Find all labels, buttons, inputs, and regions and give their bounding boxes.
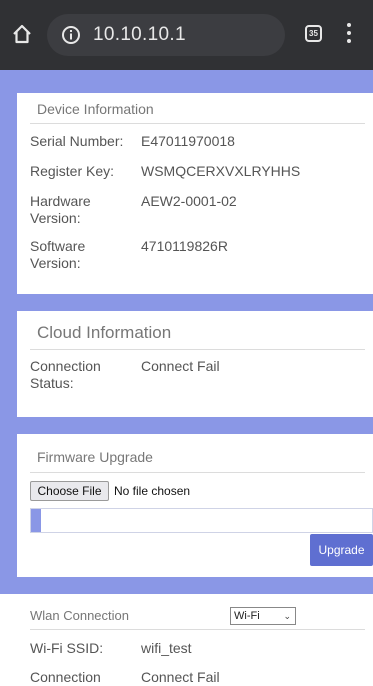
overflow-menu-icon[interactable] <box>346 23 352 45</box>
firmware-upgrade-title: Firmware Upgrade <box>37 449 153 465</box>
url-text: 10.10.10.1 <box>93 24 186 45</box>
wlan-mode-value: Wi-Fi <box>234 610 260 622</box>
section-divider <box>0 577 373 594</box>
address-bar[interactable]: 10.10.10.1 <box>47 14 285 56</box>
divider <box>30 349 365 350</box>
register-key-label: Register Key: <box>30 163 115 179</box>
home-icon[interactable] <box>10 22 34 46</box>
wlan-mode-select[interactable]: Wi-Fi ⌄ <box>230 607 296 625</box>
file-status-text: No file chosen <box>114 484 191 498</box>
section-divider <box>0 70 373 93</box>
software-version-value: 4710119826R <box>141 238 228 254</box>
upgrade-progress-fill <box>31 509 42 532</box>
connection-status-value: Connect Fail <box>141 358 220 374</box>
section-divider <box>0 294 373 311</box>
wlan-connection-value: Connect Fail <box>141 669 220 685</box>
info-icon[interactable] <box>61 25 81 45</box>
divider <box>30 629 365 630</box>
wlan-connection-card: Wlan Connection Wi-Fi ⌄ Wi-Fi SSID: wifi… <box>17 594 373 685</box>
serial-number-label: Serial Number: <box>30 133 124 149</box>
wifi-ssid-label: Wi-Fi SSID: <box>30 640 104 656</box>
choose-file-button[interactable]: Choose File <box>30 481 109 501</box>
software-version-label: Software Version: <box>30 238 86 271</box>
divider <box>30 472 365 473</box>
serial-number-value: E47011970018 <box>141 133 235 149</box>
page-left-margin <box>0 93 17 583</box>
cloud-info-card: Cloud Information Connection Status: Con… <box>17 311 373 417</box>
wifi-ssid-value: wifi_test <box>141 640 192 656</box>
tab-switcher-button[interactable]: 35 <box>305 25 322 42</box>
divider <box>30 123 365 124</box>
hardware-version-value: AEW2-0001-02 <box>141 193 237 209</box>
wlan-connection-label: Connection <box>30 669 101 685</box>
cloud-info-title: Cloud Information <box>37 323 172 342</box>
firmware-upgrade-card: Firmware Upgrade Choose File No file cho… <box>17 434 373 577</box>
connection-status-label: Connection Status: <box>30 358 101 391</box>
upgrade-progress-bar <box>30 508 373 533</box>
wlan-connection-title: Wlan Connection <box>30 608 129 623</box>
hardware-version-label: Hardware Version: <box>30 193 91 226</box>
upgrade-button[interactable]: Upgrade <box>310 534 373 566</box>
browser-toolbar: 10.10.10.1 35 <box>0 0 373 70</box>
section-divider <box>0 417 373 434</box>
device-info-title: Device Information <box>37 101 154 117</box>
chevron-down-icon: ⌄ <box>283 611 291 621</box>
device-info-card: Device Information Serial Number: E47011… <box>17 93 373 294</box>
register-key-value: WSMQCERXVXLRYHHS <box>141 163 301 179</box>
